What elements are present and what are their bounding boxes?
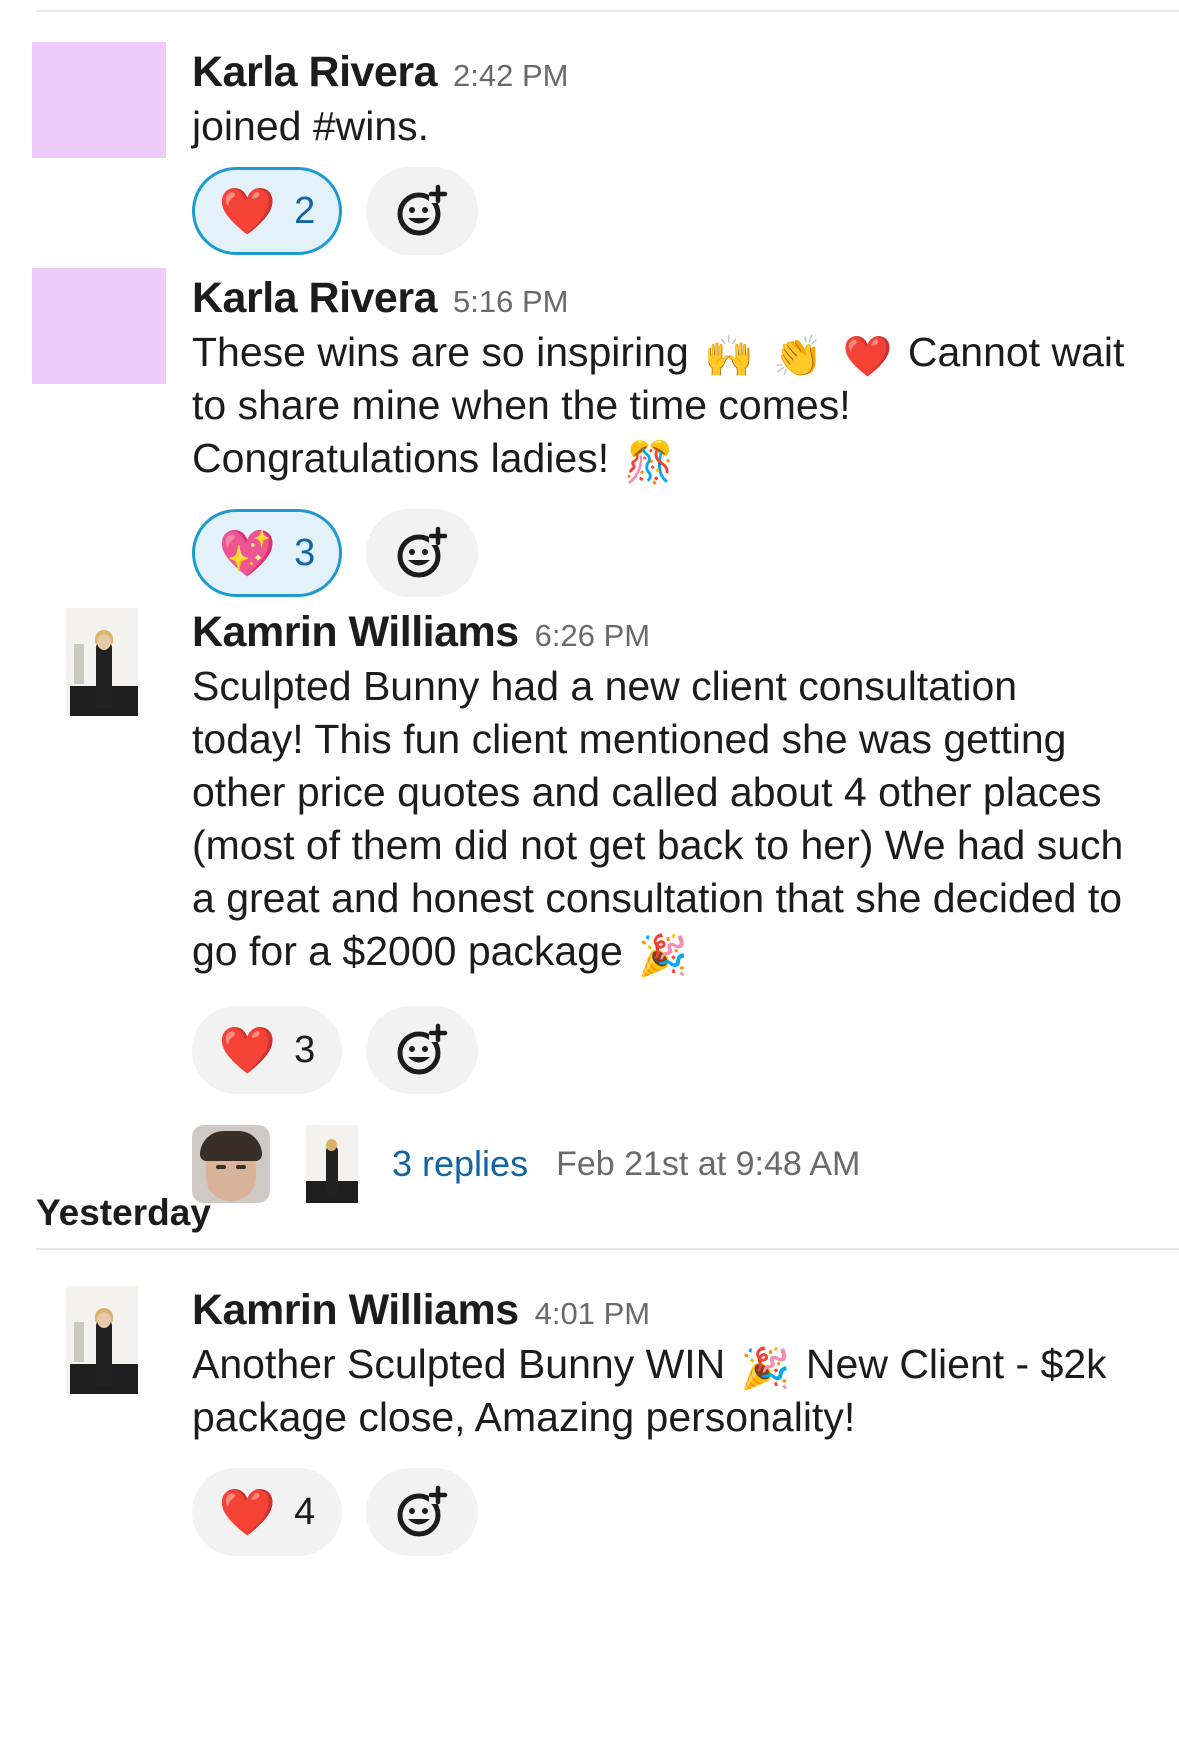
message-text: joined #wins. [192, 103, 430, 149]
message-time[interactable]: 6:26 PM [535, 618, 650, 654]
party-popper-emoji-icon: 🎉 [638, 934, 689, 978]
avatar[interactable] [32, 42, 166, 158]
clapping-hands-emoji-icon: 👏 [773, 335, 824, 379]
message-text: Sculpted Bunny had a new client consulta… [192, 663, 1124, 978]
reaction-count: 2 [294, 189, 316, 232]
message-text: These wins are so inspiring 🙌 👏 ❤️ Canno… [192, 329, 1125, 485]
reaction-heart[interactable]: ❤️ 3 [192, 1006, 342, 1094]
raising-hands-emoji-icon: 🙌 [704, 335, 755, 379]
sender-name[interactable]: Karla Rivera [192, 48, 438, 97]
message-time[interactable]: 4:01 PM [535, 1296, 650, 1332]
add-reaction-button[interactable] [366, 1468, 478, 1556]
reaction-heart[interactable]: ❤️ 2 [192, 167, 342, 255]
message-time[interactable]: 2:42 PM [453, 58, 568, 94]
reaction-heart[interactable]: ❤️ 4 [192, 1468, 342, 1556]
avatar[interactable] [66, 608, 138, 716]
sender-name[interactable]: Kamrin Williams [192, 1286, 519, 1335]
reaction-sparkling-heart[interactable]: 💖 3 [192, 509, 342, 597]
reaction-count: 4 [294, 1490, 316, 1533]
add-reaction-icon [397, 184, 448, 236]
reaction-count: 3 [294, 531, 316, 574]
heart-emoji-icon: ❤️ [218, 1486, 277, 1538]
heart-emoji-icon: ❤️ [218, 1024, 277, 1076]
add-reaction-icon [397, 1485, 448, 1537]
add-reaction-button[interactable] [366, 1006, 478, 1094]
message-time[interactable]: 5:16 PM [453, 284, 568, 320]
sender-name[interactable]: Kamrin Williams [192, 608, 519, 657]
heart-emoji-icon: ❤️ [842, 335, 893, 379]
add-reaction-icon [397, 1023, 448, 1075]
sparkling-heart-emoji-icon: 💖 [218, 527, 277, 579]
party-popper-emoji-icon: 🎉 [740, 1347, 791, 1391]
avatar[interactable] [32, 268, 166, 384]
thread-last-reply: Feb 21st at 9:48 AM [556, 1144, 861, 1183]
top-divider [36, 10, 1179, 12]
message-text: Another Sculpted Bunny WIN 🎉 New Client … [192, 1341, 1107, 1440]
thread-replies-link[interactable]: 3 replies [392, 1143, 528, 1185]
heart-emoji-icon: ❤️ [218, 185, 277, 237]
day-divider-label[interactable]: Yesterday [36, 1192, 211, 1233]
day-divider: Yesterday [36, 1192, 1179, 1250]
avatar[interactable] [66, 1286, 138, 1394]
add-reaction-icon [397, 526, 448, 578]
sender-name[interactable]: Karla Rivera [192, 274, 438, 323]
add-reaction-button[interactable] [366, 167, 478, 255]
reaction-count: 3 [294, 1028, 316, 1071]
add-reaction-button[interactable] [366, 509, 478, 597]
confetti-ball-emoji-icon: 🎊 [624, 441, 675, 485]
